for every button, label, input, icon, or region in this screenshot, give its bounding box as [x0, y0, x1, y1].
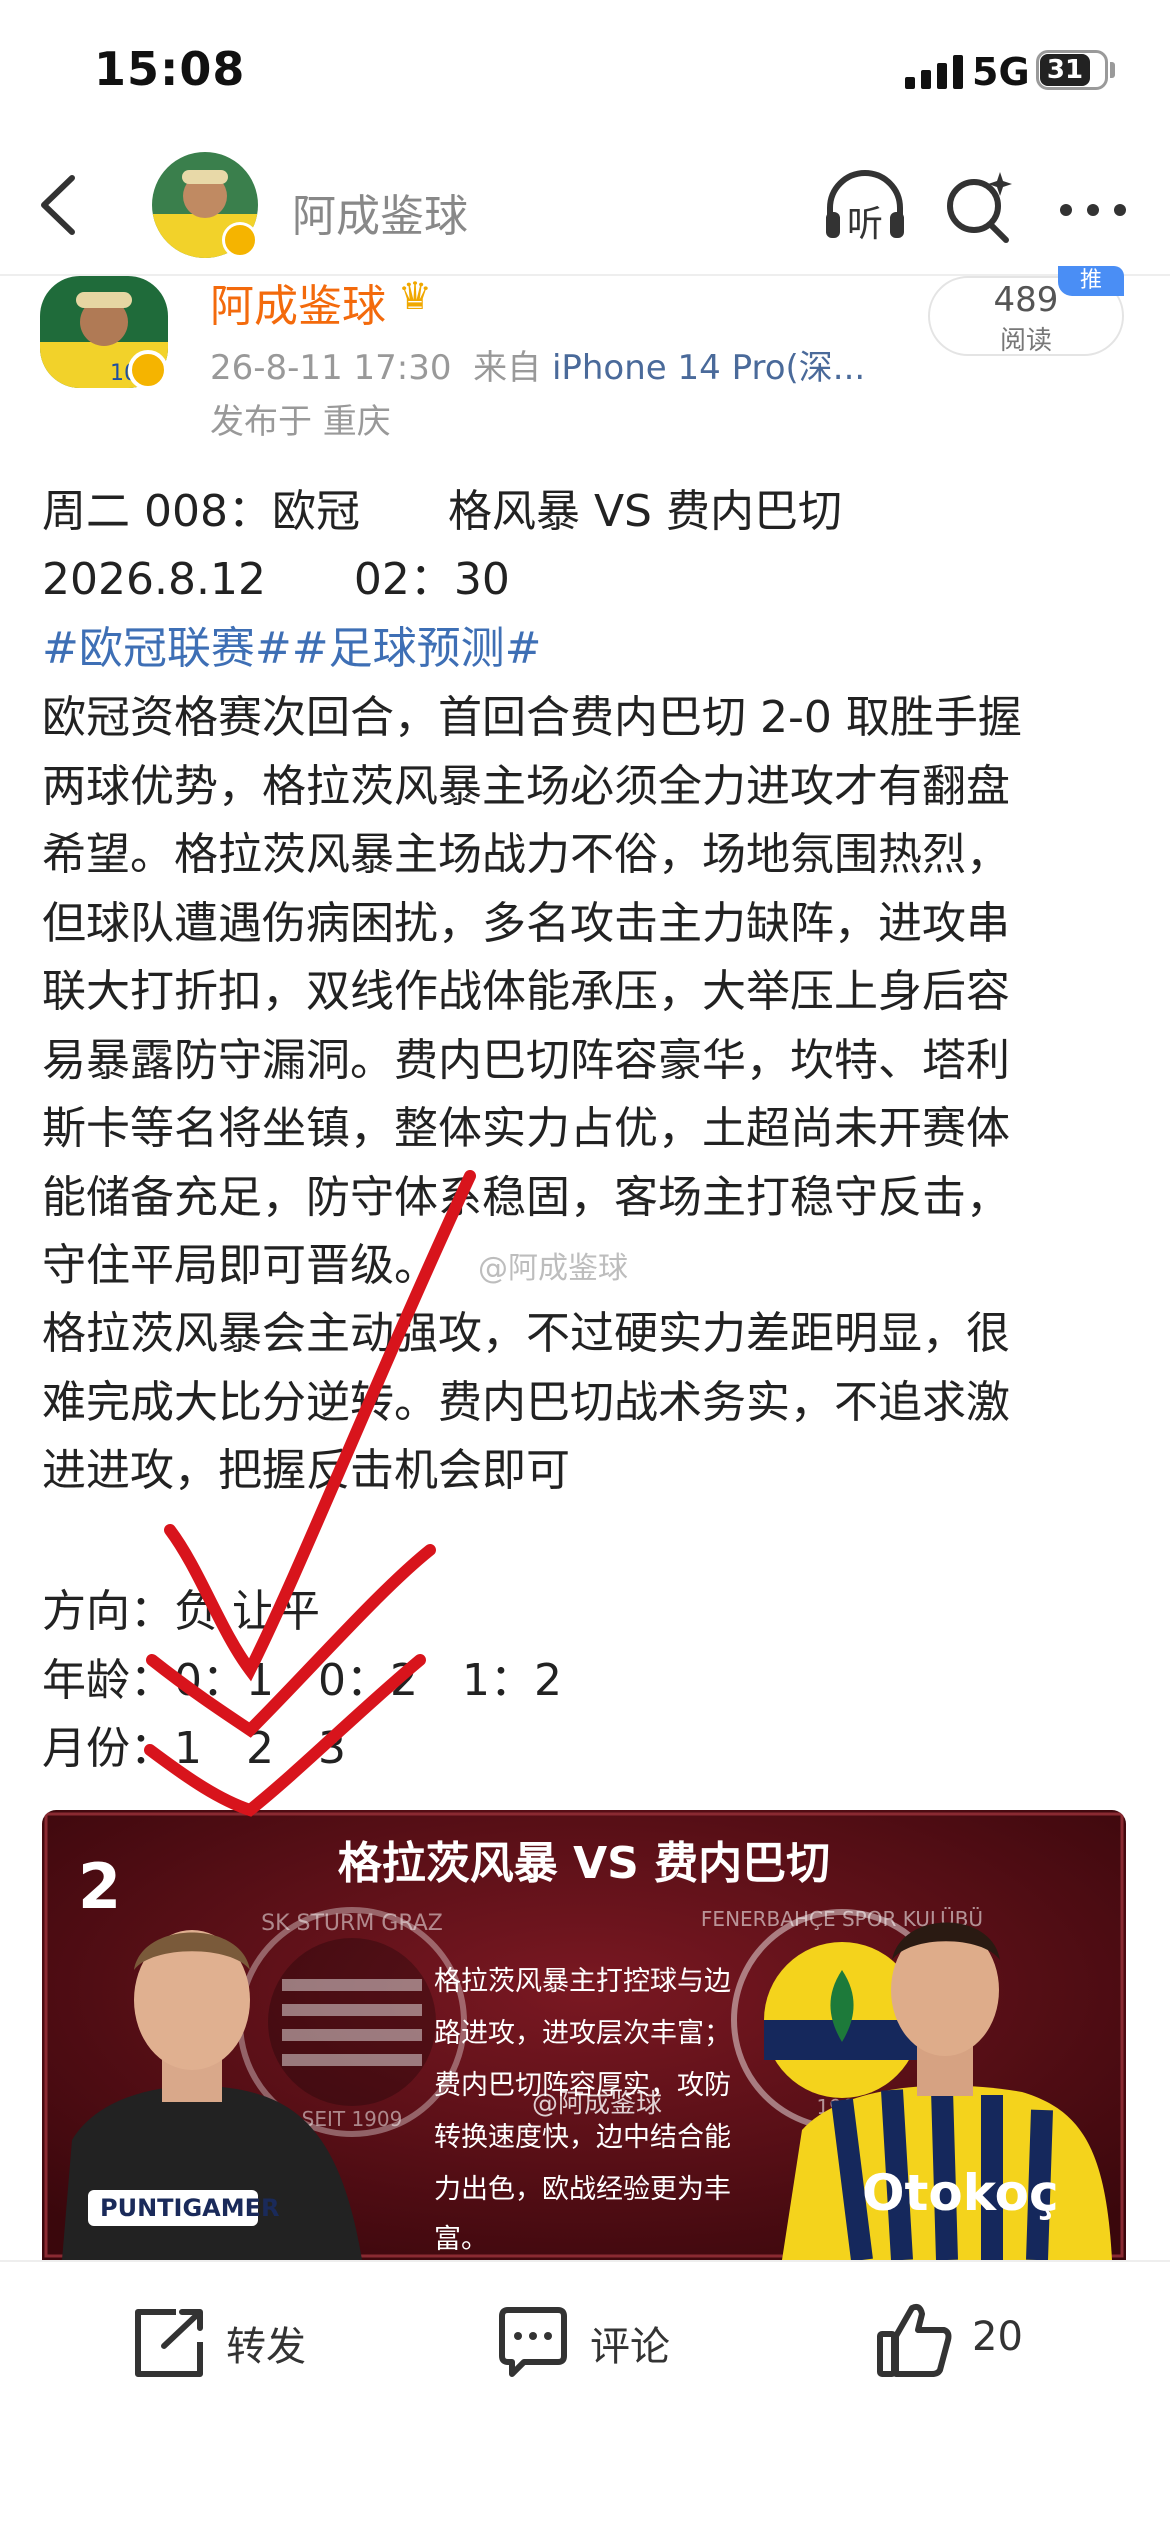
left-badge-year: SEIT 1909 — [302, 2107, 403, 2131]
promo-watermark: @阿成鉴球 — [532, 2089, 662, 2119]
left-sponsor: PUNTIGAMER — [100, 2194, 280, 2222]
reads-label: 阅读 — [999, 326, 1052, 356]
battery-level: 31 — [1040, 54, 1090, 86]
repost-label: 转发 — [226, 2324, 306, 2370]
repost-button[interactable]: 转发 — [130, 2300, 350, 2380]
search-icon[interactable] — [942, 168, 1016, 248]
hashtag-link[interactable]: #欧冠联赛##足球预测# — [42, 612, 541, 676]
red-checkmarks-icon — [144, 1170, 476, 1817]
network-type: 5G — [972, 50, 1030, 94]
comment-button[interactable]: 评论 — [494, 2300, 714, 2380]
body-line: 欧冠资格赛次回合，首回合费内巴切 2-0 取胜手握 — [42, 692, 1022, 743]
cellular-signal-icon — [905, 55, 963, 89]
post-meta: 26-8-11 17:30 来自 iPhone 14 Pro(深... — [210, 340, 865, 389]
comment-label: 评论 — [590, 2324, 670, 2370]
right-sponsor: Otokoç — [862, 2164, 1059, 2222]
crown-icon: ♛ — [398, 274, 433, 318]
more-icon[interactable] — [1058, 200, 1128, 220]
back-button[interactable] — [30, 170, 90, 240]
body-line: 斯卡等名将坐镇，整体实力占优，土超尚未开赛体 — [42, 1103, 1010, 1154]
body-line: 联大打折扣，双线作战体能承压，大举压上身后容 — [42, 966, 1010, 1017]
promo-number: 2 — [78, 1850, 121, 1923]
listen-headphones-icon[interactable]: 听 — [822, 168, 908, 248]
status-time: 15:08 — [94, 42, 246, 96]
body-line: 易暴露防守漏洞。费内巴切阵容豪华，坎特、塔利 — [42, 1035, 1010, 1086]
promo-text-line: 转换速度快，边中结合能 — [434, 2122, 731, 2153]
repost-icon — [135, 2309, 203, 2377]
match-preview-image[interactable]: SK STURM GRAZ SEIT 1909 FENERBAHÇE SPOR … — [42, 1810, 1126, 2260]
source-device[interactable]: iPhone 14 Pro(深... — [552, 348, 865, 388]
author-name[interactable]: 阿成鉴球 — [210, 270, 386, 334]
promo-text-line: 力出色，欧战经验更为丰 — [434, 2174, 731, 2205]
post-timestamp: 26-8-11 17:30 — [210, 348, 452, 388]
promo-text-line: 路进攻，进攻层次丰富； — [434, 2018, 731, 2049]
match-title-line: 周二 008：欧冠 格风暴 VS 费内巴切 — [42, 486, 842, 537]
battery-tip — [1110, 62, 1115, 78]
comment-icon — [499, 2307, 567, 2377]
body-line: 希望。格拉茨风暴主场战力不俗，场地氛围热烈， — [42, 829, 1010, 880]
like-count: 20 — [972, 2314, 1023, 2360]
body-line: 但球队遭遇伤病困扰，多名攻击主力缺阵，进攻串 — [42, 898, 1010, 949]
bottom-bar-divider — [0, 2260, 1170, 2262]
promo-text-line: 格拉茨风暴主打控球与边 — [434, 1966, 731, 1997]
source-prefix: 来自 — [473, 348, 542, 388]
promo-text-line: 富。 — [434, 2224, 488, 2255]
listen-label: 听 — [847, 204, 883, 245]
like-button[interactable]: 20 — [874, 2296, 1074, 2380]
post-location: 发布于 重庆 — [210, 402, 391, 442]
thumbs-up-icon — [877, 2303, 952, 2377]
nav-title[interactable]: 阿成鉴球 — [292, 180, 468, 244]
left-badge-text: SK STURM GRAZ — [261, 1911, 443, 1936]
promo-title: 格拉茨风暴 VS 费内巴切 — [338, 1838, 830, 1889]
match-time-line: 2026.8.12 02：30 — [42, 554, 510, 605]
verified-badge-icon — [128, 350, 168, 390]
verified-badge-icon — [222, 222, 258, 258]
watermark-text: @阿成鉴球 — [478, 1251, 628, 1286]
recommend-tag: 推 — [1058, 266, 1124, 296]
body-line: 两球优势，格拉茨风暴主场必须全力进攻才有翻盘 — [42, 761, 1010, 812]
